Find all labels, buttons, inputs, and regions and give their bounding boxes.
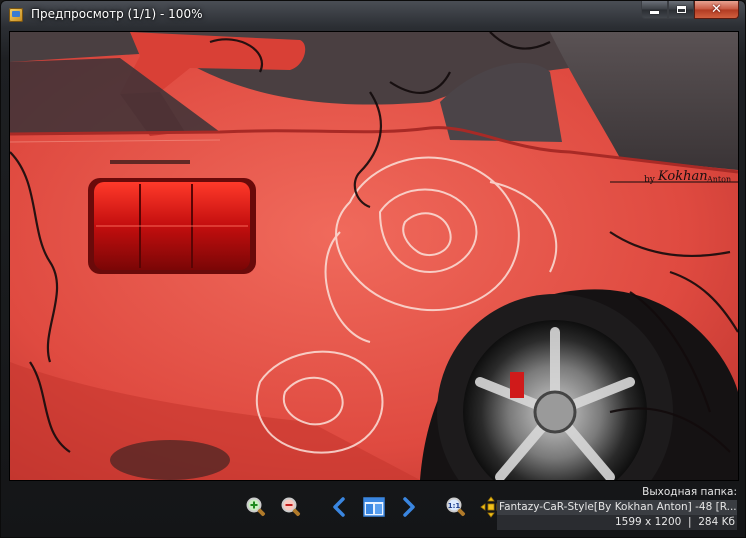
file-info-panel: Выходная папка: Fantazy-CaR-Style[By Kok…	[497, 485, 737, 530]
zoom-in-icon	[246, 497, 266, 517]
app-icon	[9, 8, 23, 22]
image-meta: 1599 x 1200 | 284 Kб	[497, 515, 737, 530]
zoom-out-icon	[281, 497, 301, 517]
panel-layout-icon	[363, 497, 385, 517]
window-title: Предпросмотр (1/1) - 100%	[31, 7, 203, 21]
meta-separator: |	[688, 516, 692, 528]
image-dimensions: 1599 x 1200	[614, 516, 682, 528]
preview-image: by Kokhan Anton	[10, 32, 738, 480]
caption-buttons: ✕	[641, 1, 739, 20]
previous-button[interactable]	[327, 495, 351, 519]
watermark-by: by	[644, 175, 656, 185]
file-size: 284 Kб	[698, 516, 735, 528]
zoom-actual-size-icon: 1:1	[446, 497, 466, 517]
output-folder-label: Выходная папка:	[642, 486, 737, 498]
close-button[interactable]: ✕	[694, 1, 739, 19]
actual-size-label: 1:1	[448, 502, 461, 510]
output-file-name[interactable]: Fantazy-CaR-Style[By Kokhan Anton] -48 […	[497, 500, 737, 515]
close-icon: ✕	[711, 2, 722, 17]
maximize-icon	[676, 6, 686, 13]
arrow-left-icon	[333, 497, 345, 517]
layout-toggle-button[interactable]	[362, 495, 386, 519]
zoom-in-button[interactable]	[244, 495, 268, 519]
next-button[interactable]	[397, 495, 421, 519]
title-bar[interactable]: Предпросмотр (1/1) - 100% ✕	[1, 1, 745, 29]
arrow-right-icon	[403, 497, 415, 517]
preview-window: Предпросмотр (1/1) - 100% ✕ by Kokhan An…	[0, 0, 746, 538]
zoom-out-button[interactable]	[279, 495, 303, 519]
maximize-button[interactable]	[668, 1, 694, 19]
watermark-suffix: Anton	[706, 175, 731, 184]
actual-size-button[interactable]: 1:1	[444, 495, 468, 519]
watermark-name: Kokhan	[657, 169, 708, 184]
minimize-button[interactable]	[641, 1, 668, 19]
minimize-icon	[650, 11, 659, 14]
image-viewport[interactable]: by Kokhan Anton	[9, 31, 739, 481]
